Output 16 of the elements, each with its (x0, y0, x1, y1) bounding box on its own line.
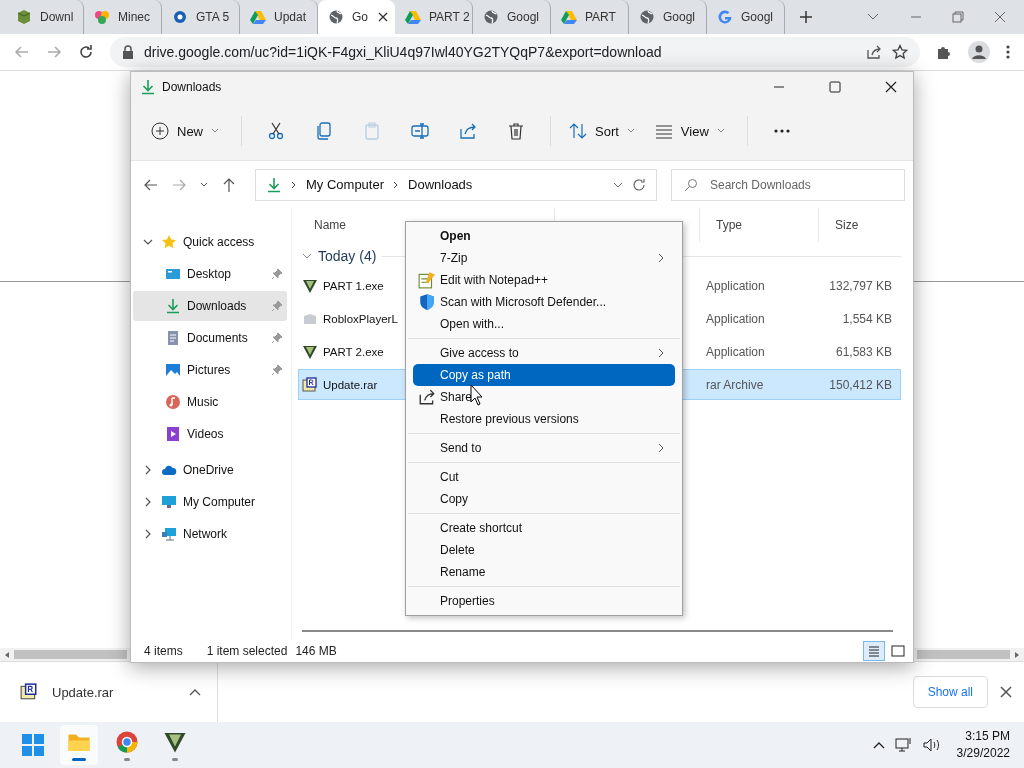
file-name: Update.rar (323, 378, 378, 391)
status-text: 146 MB (295, 644, 337, 658)
file-size: 150,412 KB (828, 377, 893, 392)
status-text: 4 items (144, 644, 183, 658)
file-name: PART 2.exe (323, 345, 384, 358)
file-size: 61,583 KB (834, 344, 893, 359)
file-size: 132,797 KB (828, 278, 893, 293)
file-type: rar Archive (705, 377, 765, 392)
file-type: Application (705, 344, 766, 359)
file-name: PART 1.exe (323, 279, 384, 292)
file-type: Application (705, 278, 766, 293)
file-size: 1,554 KB (841, 311, 893, 326)
window-title: Downloads (162, 80, 222, 94)
file-name: RobloxPlayerL (323, 312, 398, 325)
status-text: 1 item selected (206, 644, 288, 658)
file-type: Application (705, 311, 766, 326)
